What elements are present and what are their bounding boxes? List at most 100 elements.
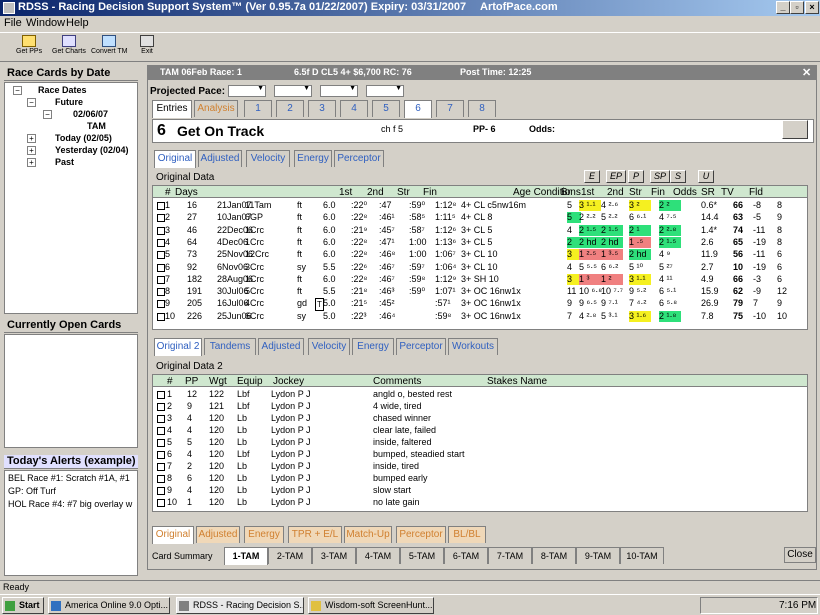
table-row[interactable]: 8 6 120 Lb Lydon P J bumped early: [153, 473, 807, 485]
od2-tab-energy[interactable]: Energy: [352, 338, 394, 355]
tab-entries[interactable]: Entries: [152, 100, 192, 118]
race-tab-10-tam[interactable]: 10-TAM: [620, 547, 664, 564]
race-tab-7-tam[interactable]: 7-TAM: [488, 547, 532, 564]
row-checkbox[interactable]: [157, 312, 165, 321]
tab-1[interactable]: 1: [244, 100, 272, 117]
tab-6[interactable]: 6: [404, 100, 432, 118]
pace-dropdown-3[interactable]: [320, 85, 358, 97]
tree-item-race-dates[interactable]: Race Dates: [38, 85, 87, 95]
alert-item[interactable]: BEL Race #1: Scratch #1A, #1: [8, 473, 130, 483]
table-row[interactable]: 7 2 120 Lb Lydon P J inside, tired: [153, 461, 807, 473]
row-checkbox[interactable]: [157, 251, 165, 260]
tree-toggle-yesterday[interactable]: +: [27, 146, 36, 155]
alert-item[interactable]: GP: Off Turf: [8, 486, 56, 496]
table-row[interactable]: 10 226 25Jun06 6Crc sy 5.0:22³:46⁴:59⁸ 3+ OC 1…: [153, 310, 807, 323]
tree-toggle-today[interactable]: +: [27, 134, 36, 143]
start-button[interactable]: Start: [2, 597, 44, 614]
tab-5[interactable]: 5: [372, 100, 400, 117]
pace-dropdown-2[interactable]: [274, 85, 312, 97]
menu-window[interactable]: Window: [26, 17, 65, 29]
tab-3[interactable]: 3: [308, 100, 336, 117]
od2-tab-tandems[interactable]: Tandems: [204, 338, 256, 355]
row-checkbox[interactable]: [157, 427, 165, 435]
row-checkbox[interactable]: [157, 499, 165, 507]
restore-button[interactable]: ▫: [790, 1, 804, 14]
close-card-icon[interactable]: ✕: [802, 66, 811, 79]
od2-tab-workouts[interactable]: Workouts: [448, 338, 498, 355]
tree-toggle-date[interactable]: −: [43, 110, 52, 119]
row-checkbox[interactable]: [157, 475, 165, 483]
table-row[interactable]: 6 4 120 Lbf Lydon P J bumped, steadied start: [153, 449, 807, 461]
row-checkbox[interactable]: [157, 463, 165, 471]
exit-button[interactable]: Exit: [140, 35, 154, 62]
close-button[interactable]: Close: [784, 547, 816, 563]
table-row[interactable]: 1 16 21Jan07 11Tam ft 6.0:22⁰:47:59⁰ 1:12⁸ 4+ C…: [153, 200, 807, 212]
pace-dropdown-1[interactable]: [228, 85, 266, 97]
pp-tab-adjusted[interactable]: Adjusted: [198, 150, 242, 167]
race-tab-5-tam[interactable]: 5-TAM: [400, 547, 444, 564]
tree-item-past[interactable]: Past: [55, 157, 74, 167]
pp-tab-velocity[interactable]: Velocity: [246, 150, 290, 167]
table-row[interactable]: 5 73 25Nov06 12Crc ft 6.0:22⁸:46⁸ 1:00 1:06⁷ 3+ …: [153, 249, 807, 261]
filter-e-button[interactable]: E: [584, 170, 600, 183]
tree-toggle-root[interactable]: −: [13, 86, 22, 95]
tab-7[interactable]: 7: [436, 100, 464, 117]
table-row[interactable]: 1 12 122 Lbf Lydon P J angld o, bested rest: [153, 389, 807, 401]
od2-tab-adjusted[interactable]: Adjusted: [258, 338, 304, 355]
race-tab-4-tam[interactable]: 4-TAM: [356, 547, 400, 564]
table-row[interactable]: 9 4 120 Lb Lydon P J slow start: [153, 485, 807, 497]
close-window-button[interactable]: ×: [805, 1, 819, 14]
table-row[interactable]: 9 205 16Jul06 4Crc gd 5.0:21⁵:45²:57¹ 3+ OC 16…: [153, 298, 807, 312]
bottom-tab-perceptor[interactable]: Perceptor: [396, 526, 446, 543]
row-checkbox[interactable]: [157, 391, 165, 399]
tab-4[interactable]: 4: [340, 100, 368, 117]
od2-tab-original-2[interactable]: Original 2: [154, 338, 202, 356]
pp-tab-perceptor[interactable]: Perceptor: [334, 150, 384, 167]
race-tab-6-tam[interactable]: 6-TAM: [444, 547, 488, 564]
table-row[interactable]: 4 4 120 Lb Lydon P J clear late, failed: [153, 425, 807, 437]
race-tab-9-tam[interactable]: 9-TAM: [576, 547, 620, 564]
race-tab-2-tam[interactable]: 2-TAM: [268, 547, 312, 564]
race-tab-3-tam[interactable]: 3-TAM: [312, 547, 356, 564]
convert-tm-button[interactable]: Convert TM: [91, 35, 127, 62]
odds-button[interactable]: [782, 120, 808, 139]
row-checkbox[interactable]: [157, 238, 165, 247]
row-checkbox[interactable]: [157, 403, 165, 411]
get-pps-button[interactable]: Get PPs: [16, 35, 42, 62]
table-row[interactable]: 8 191 30Jul06 5Crc ft 5.5:21⁸:46³:59⁰ 1:07¹ 3+ …: [153, 286, 807, 298]
pace-dropdown-4[interactable]: [366, 85, 404, 97]
table-row[interactable]: 10 1 120 Lb Lydon P J no late gain: [153, 497, 807, 509]
bottom-tab-original[interactable]: Original: [152, 526, 194, 544]
race-tab-8-tam[interactable]: 8-TAM: [532, 547, 576, 564]
bottom-tab-tpr-e-l[interactable]: TPR + E/L: [288, 526, 342, 543]
table-row[interactable]: 2 9 121 Lbf Lydon P J 4 wide, tired: [153, 401, 807, 413]
task-screenhunter[interactable]: Wisdom-soft ScreenHunt...: [308, 597, 434, 614]
race-tab-1-tam[interactable]: 1-TAM: [224, 547, 268, 565]
table-row[interactable]: 7 182 28Aug06 1Crc ft 6.0:22⁸:46⁷:59⁸ 1:12⁹ 3+ …: [153, 273, 807, 286]
filter-u-button[interactable]: U: [698, 170, 714, 183]
get-charts-button[interactable]: Get Charts: [52, 35, 86, 62]
task-aol[interactable]: America Online 9.0 Opti...: [48, 597, 170, 614]
task-rdss[interactable]: RDSS - Racing Decision S...: [176, 597, 304, 614]
table-row[interactable]: 2 27 10Jan07 6GP ft 6.0:22⁸:46¹:58⁵ 1:11⁵ 4+ CL…: [153, 212, 807, 224]
od2-tab-perceptor[interactable]: Perceptor: [396, 338, 446, 355]
tab-2[interactable]: 2: [276, 100, 304, 117]
tree-item-yesterday[interactable]: Yesterday (02/04): [55, 145, 129, 155]
row-checkbox[interactable]: [157, 202, 165, 210]
table-row[interactable]: 6 92 6Nov06 3Crc sy 5.5:22⁶:46⁷:59⁷ 1:06⁴ 3+ CL…: [153, 262, 807, 274]
alert-item[interactable]: HOL Race #4: #7 big overlay w: [8, 499, 132, 509]
filter-sp-button[interactable]: SP: [650, 170, 670, 183]
bottom-tab-energy[interactable]: Energy: [244, 526, 284, 543]
table-row[interactable]: 3 46 22Dec06 1Crc ft 6.0:21⁹:45⁷:58⁷ 1:12⁶ 3+ C…: [153, 224, 807, 237]
row-checkbox[interactable]: [157, 275, 165, 284]
filter-s-button[interactable]: S: [670, 170, 686, 183]
menu-help[interactable]: Help: [66, 17, 89, 29]
tree-toggle-past[interactable]: +: [27, 158, 36, 167]
row-checkbox[interactable]: [157, 439, 165, 447]
bottom-tab-adjusted[interactable]: Adjusted: [196, 526, 240, 543]
row-checkbox[interactable]: [157, 226, 165, 235]
row-checkbox[interactable]: [157, 214, 165, 223]
filter-p-button[interactable]: P: [628, 170, 644, 183]
table-row[interactable]: 4 64 4Dec06 1Crc ft 6.0:22⁸:47¹ 1:00 1:13⁶ 3+ CL…: [153, 236, 807, 249]
minimize-button[interactable]: _: [776, 1, 790, 14]
